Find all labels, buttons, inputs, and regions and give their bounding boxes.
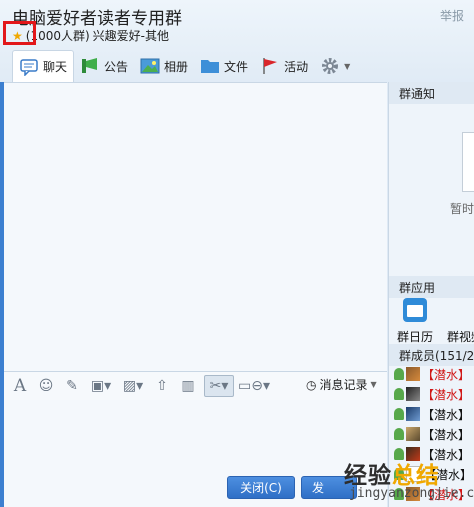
message-history-button[interactable]: ◷ 消息记录 ▼ [306,376,377,393]
member-tag: 【潜水】 [422,387,471,402]
person-icon [394,428,404,440]
app-video-label[interactable]: 群视频 [447,328,474,345]
block-message-icon[interactable]: ▭⊖▾ [238,376,270,396]
member-row[interactable]: 【潜水】 [389,404,474,424]
shake-window-icon[interactable]: ▣▾ [88,376,114,396]
highlight-box [3,21,36,45]
member-tag: 【潜水】 [422,407,471,422]
right-sidebar: 群通知 暂时 群应用 群日历 群视频 群成员(151/2 【潜水】 【潜水】 【… [388,82,474,507]
chat-history-area[interactable] [4,82,387,372]
chevron-down-icon: ▼ [370,380,377,389]
watermark-brand: 经验总结 [344,456,440,490]
person-icon [394,408,404,420]
tab-files[interactable]: 文件 [194,50,254,82]
upload-icon[interactable]: ⇧ [152,376,172,396]
notice-empty-text: 暂时 [450,202,474,216]
megaphone-icon [82,58,98,73]
screenshot-scissors-icon[interactable]: ✂▾ [204,375,234,397]
member-row[interactable]: 【潜水】 [389,364,474,384]
qq-group-window: 电脑爱好者读者专用群 举报 ★ (1000人群) 兴趣爱好-其他 聊天 公告 相… [0,0,474,507]
tab-events[interactable]: 活动 [254,50,314,82]
member-tag: 【潜水】 [422,367,471,382]
group-category[interactable]: 兴趣爱好-其他 [93,27,169,44]
avatar [406,367,420,381]
apps-header: 群应用 [389,276,474,298]
members-section: 群成员(151/2 【潜水】 【潜水】 【潜水】 【潜水】 【潜水】 【潜水】 … [389,344,474,502]
chevron-down-icon: ▼ [344,61,351,71]
folder-icon [201,60,220,73]
members-header: 群成员(151/2 [389,344,474,366]
close-button[interactable]: 关闭(C) [227,476,295,499]
person-icon [394,368,404,380]
watermark-url: jingyanzongjie.com [349,486,474,501]
member-tag: 【潜水】 [422,427,471,442]
notice-placeholder-box [462,132,474,192]
member-row[interactable]: 【潜水】 [389,384,474,404]
avatar [406,387,420,401]
person-icon [394,388,404,400]
avatar [406,407,420,421]
tab-files-label: 文件 [224,59,249,74]
image-icon[interactable]: ▨▾ [120,376,146,396]
report-link[interactable]: 举报 [440,7,464,24]
gear-icon [322,58,339,74]
chat-bubble-icon [20,58,38,76]
group-title: 电脑爱好者读者专用群 [12,9,182,29]
tab-album[interactable]: 相册 [134,50,194,82]
tab-bar: 聊天 公告 相册 文件 活动 ▼ [12,50,356,82]
font-icon[interactable]: A [10,376,30,396]
tab-announcement[interactable]: 公告 [74,50,134,82]
avatar [406,427,420,441]
flag-icon [263,58,278,74]
photo-album-icon [140,58,160,74]
group-apps-section: 群应用 群日历 群视频 [389,276,474,344]
notice-header: 群通知 [389,82,474,104]
tab-chat-label: 聊天 [43,60,68,74]
tab-events-label: 活动 [284,59,309,74]
settings-menu[interactable]: ▼ [314,50,356,82]
clock-icon: ◷ [306,377,317,392]
app-calendar-label[interactable]: 群日历 [397,328,433,345]
tab-chat[interactable]: 聊天 [12,50,75,82]
emoji-icon[interactable]: ☺ [36,376,56,396]
member-row[interactable]: 【潜水】 [389,424,474,444]
tab-announcement-label: 公告 [104,59,129,74]
calendar-icon[interactable] [403,298,427,322]
magic-wand-icon[interactable]: ✎ [62,376,82,396]
gift-icon[interactable]: ▥ [178,376,198,396]
tab-album-label: 相册 [164,59,189,74]
message-history-label: 消息记录 [319,378,368,392]
